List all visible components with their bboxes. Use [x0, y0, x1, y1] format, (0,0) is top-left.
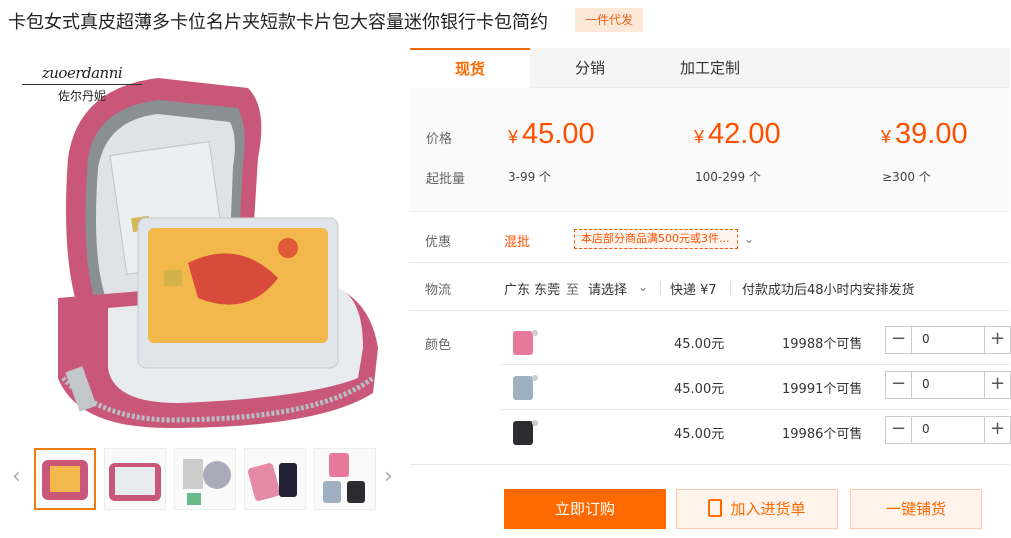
promo-label: 优惠: [425, 235, 452, 250]
variant-swatch-grey[interactable]: [510, 372, 540, 402]
minus-icon[interactable]: −: [886, 327, 912, 353]
variant-row: 45.00元 19988个可售 − 0 +: [500, 319, 1011, 363]
min-order-label: 起批量: [426, 172, 466, 187]
shipping-to: 至: [566, 283, 580, 298]
plus-icon[interactable]: +: [984, 372, 1010, 398]
tab-distribution[interactable]: 分销: [530, 48, 650, 88]
minus-icon[interactable]: −: [886, 417, 912, 443]
tab-customization[interactable]: 加工定制: [650, 48, 770, 88]
promo-type: 混批: [504, 235, 531, 250]
variant-price: 45.00元: [674, 382, 725, 397]
variant-row: 45.00元 19986个可售 − 0 +: [500, 409, 1011, 453]
tab-bar: 现货 分销 加工定制: [410, 48, 1010, 88]
color-label: 颜色: [425, 338, 452, 353]
qty-tier-3: ≥300 个: [882, 170, 931, 184]
price-label: 价格: [426, 132, 453, 147]
thumbnail-4[interactable]: [244, 448, 306, 510]
variant-row: 45.00元 19991个可售 − 0 +: [500, 364, 1011, 408]
price-tier-3: ¥39.00: [881, 118, 968, 150]
one-click-list-button[interactable]: 一键铺货: [850, 489, 982, 529]
chevron-left-icon[interactable]: ‹: [12, 464, 21, 489]
minus-icon[interactable]: −: [886, 372, 912, 398]
buy-now-button[interactable]: 立即订购: [504, 489, 666, 529]
brand-logo: zuoerdanni 佐尔丹妮: [22, 64, 142, 104]
price-panel: 价格 起批量 ¥45.00 ¥42.00 ¥39.00 3-99 个 100-2…: [410, 88, 1010, 212]
variant-stock: 19991个可售: [782, 382, 863, 397]
brand-name-en: zuoerdanni: [41, 64, 123, 82]
shipping-note: 付款成功后48小时内安排发货: [742, 283, 915, 298]
plus-icon[interactable]: +: [984, 417, 1010, 443]
divider: [410, 310, 1010, 311]
wallet-illustration: [58, 78, 378, 428]
price-tier-1: ¥45.00: [508, 118, 595, 150]
variant-price: 45.00元: [674, 337, 725, 352]
price-tier-2: ¥42.00: [694, 118, 781, 150]
clipboard-icon: [708, 499, 723, 517]
brand-name-cn: 佐尔丹妮: [22, 84, 142, 104]
divider: [660, 281, 661, 295]
add-to-cart-button[interactable]: 加入进货单: [676, 489, 838, 529]
quantity-stepper: − 0 +: [885, 326, 1011, 354]
product-title: 卡包女式真皮超薄多卡位名片夹短款卡片包大容量迷你银行卡包简约: [8, 12, 548, 33]
main-product-image: zuoerdanni 佐尔丹妮: [18, 48, 390, 436]
variant-stock: 19988个可售: [782, 337, 863, 352]
chevron-right-icon[interactable]: ›: [384, 464, 393, 489]
plus-icon[interactable]: +: [984, 327, 1010, 353]
thumbnail-3[interactable]: [174, 448, 236, 510]
divider: [730, 281, 731, 295]
variant-price: 45.00元: [674, 427, 725, 442]
divider: [410, 262, 1010, 263]
quantity-stepper: − 0 +: [885, 416, 1011, 444]
qty-tier-2: 100-299 个: [695, 170, 761, 184]
shipping-label: 物流: [425, 283, 452, 298]
thumbnail-2[interactable]: [104, 448, 166, 510]
thumbnail-5[interactable]: [314, 448, 376, 510]
thumbnail-strip: ‹ ›: [10, 446, 400, 512]
qty-tier-1: 3-99 个: [508, 170, 552, 184]
variant-stock: 19986个可售: [782, 427, 863, 442]
tab-in-stock[interactable]: 现货: [410, 48, 530, 88]
quantity-input[interactable]: 0: [922, 422, 930, 436]
thumbnail-1[interactable]: [34, 448, 96, 510]
quantity-input[interactable]: 0: [922, 377, 930, 391]
chevron-down-icon[interactable]: ⌄: [638, 280, 648, 294]
shipping-express: 快递 ¥7: [670, 283, 717, 298]
shipping-destination-select[interactable]: 请选择: [588, 279, 627, 298]
quantity-stepper: − 0 +: [885, 371, 1011, 399]
quantity-input[interactable]: 0: [922, 332, 930, 346]
divider: [410, 464, 1010, 465]
variant-swatch-pink[interactable]: [510, 327, 540, 357]
promo-badge[interactable]: 本店部分商品满500元或3件...: [574, 229, 738, 249]
shipping-origin: 广东 东莞: [504, 283, 561, 298]
chevron-down-icon[interactable]: ⌄: [744, 232, 754, 246]
variant-swatch-black[interactable]: [510, 417, 540, 447]
dropship-tag[interactable]: 一件代发: [575, 8, 643, 32]
